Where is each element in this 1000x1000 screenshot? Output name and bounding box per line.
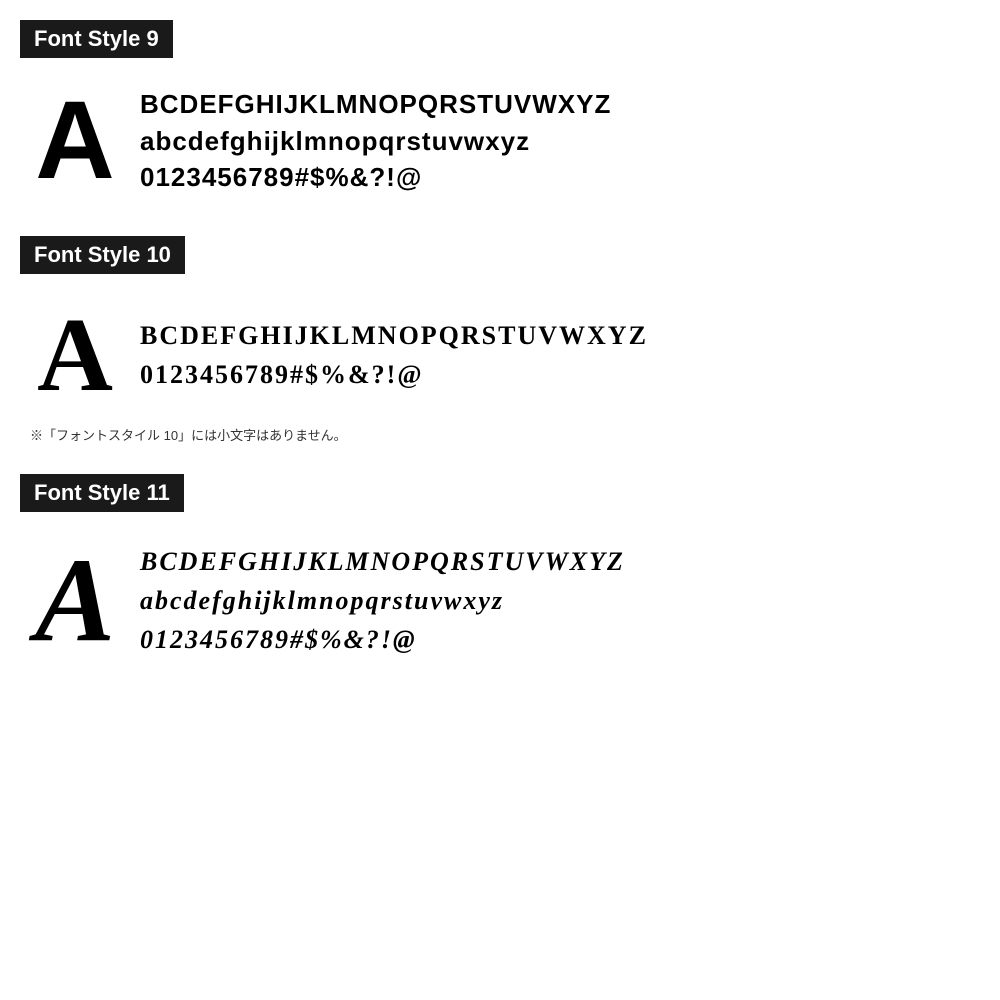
page-container: Font Style 9 A BCDEFGHIJKLMNOPQRSTUVWXYZ…: [0, 0, 1000, 1000]
font-style-9-line-1: BCDEFGHIJKLMNOPQRSTUVWXYZ: [140, 86, 611, 122]
font-style-10-line-1: BCDEFGHIJKLMNOPQRSTUVWXYZ: [140, 316, 648, 355]
font-style-11-chars: BCDEFGHIJKLMNOPQRSTUVWXYZ abcdefghijklmn…: [140, 542, 625, 659]
font-style-11-line-2: abcdefghijklmnopqrstuvwxyz: [140, 581, 625, 620]
font-style-11-big-letter: A: [30, 540, 120, 660]
font-style-11-header: Font Style 11: [20, 474, 184, 512]
font-style-9-demo: A BCDEFGHIJKLMNOPQRSTUVWXYZ abcdefghijkl…: [20, 76, 980, 206]
font-style-9-line-3: 0123456789#$%&?!@: [140, 159, 611, 195]
font-style-11-title: Font Style 11: [34, 480, 170, 505]
font-style-9-chars: BCDEFGHIJKLMNOPQRSTUVWXYZ abcdefghijklmn…: [140, 86, 611, 195]
font-style-10-demo: A BCDEFGHIJKLMNOPQRSTUVWXYZ 0123456789#$…: [20, 292, 980, 417]
font-style-11-line-3: 0123456789#$%&?!@: [140, 620, 625, 659]
font-style-10-note: ※「フォントスタイル 10」には小文字はありません。: [20, 425, 980, 444]
font-style-10-line-2: 0123456789#$%&?!@: [140, 355, 648, 394]
font-style-11-line-1: BCDEFGHIJKLMNOPQRSTUVWXYZ: [140, 542, 625, 581]
font-style-11-demo: A BCDEFGHIJKLMNOPQRSTUVWXYZ abcdefghijkl…: [20, 530, 980, 670]
font-style-11-section: Font Style 11 A BCDEFGHIJKLMNOPQRSTUVWXY…: [20, 474, 980, 670]
font-style-10-big-letter: A: [30, 302, 120, 407]
font-style-9-big-letter: A: [30, 86, 120, 196]
font-style-9-title: Font Style 9: [34, 26, 159, 51]
font-style-9-section: Font Style 9 A BCDEFGHIJKLMNOPQRSTUVWXYZ…: [20, 20, 980, 206]
font-style-10-header: Font Style 10: [20, 236, 185, 274]
font-style-10-section: Font Style 10 A BCDEFGHIJKLMNOPQRSTUVWXY…: [20, 236, 980, 444]
font-style-10-title: Font Style 10: [34, 242, 171, 267]
font-style-10-chars: BCDEFGHIJKLMNOPQRSTUVWXYZ 0123456789#$%&…: [140, 316, 648, 394]
font-style-9-header: Font Style 9: [20, 20, 173, 58]
font-style-9-line-2: abcdefghijklmnopqrstuvwxyz: [140, 123, 611, 159]
